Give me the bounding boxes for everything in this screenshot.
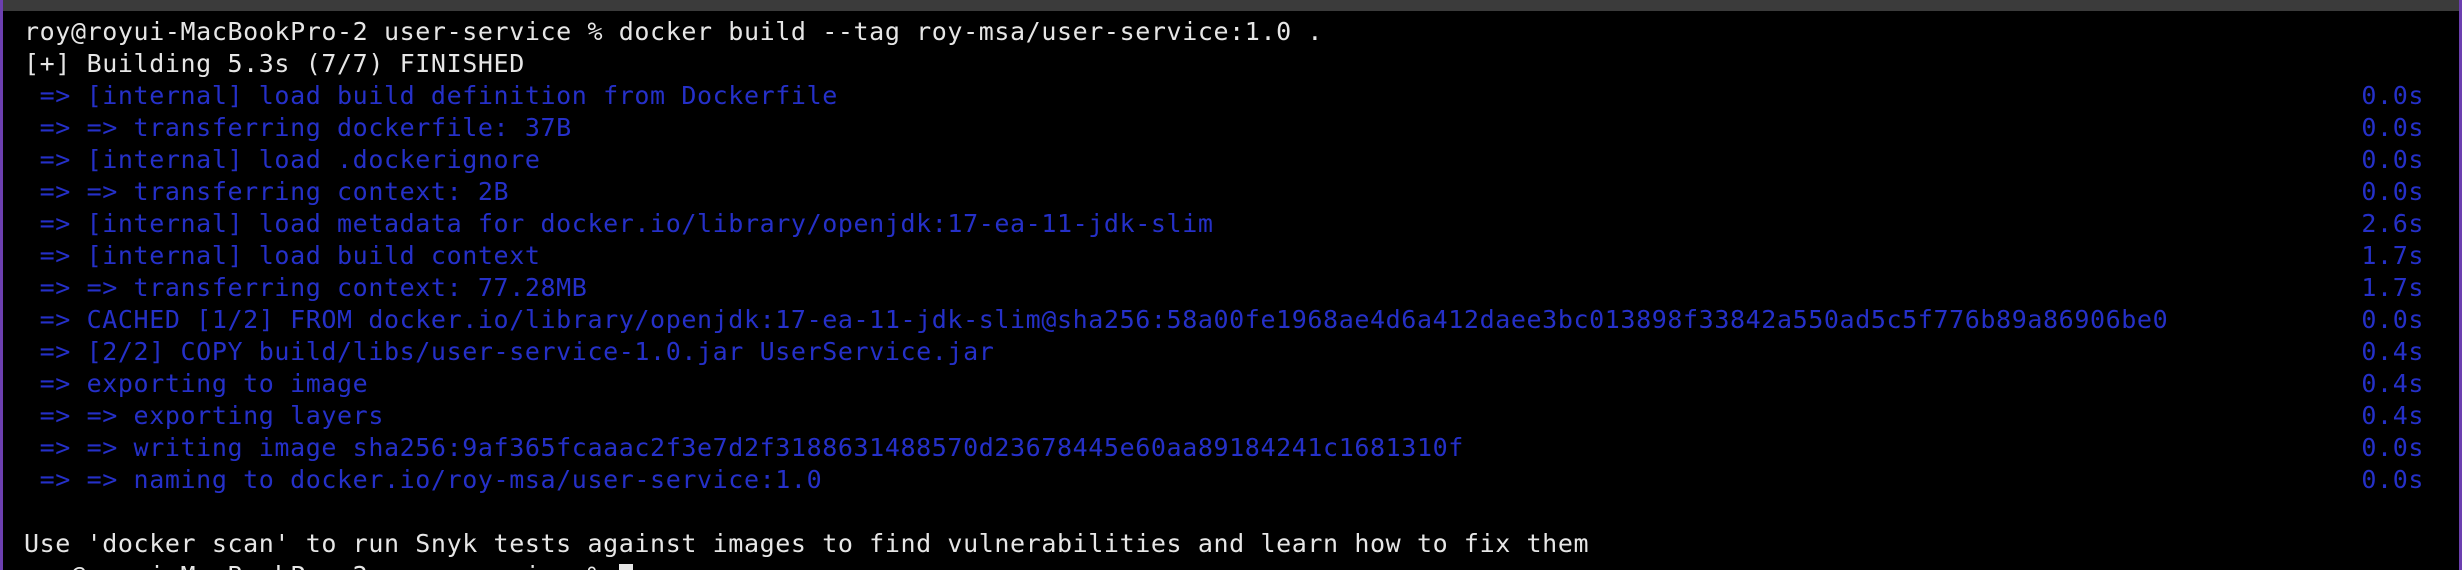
terminal-window[interactable]: roy@royui-MacBookPro-2 user-service % do… (0, 0, 2462, 570)
log-duration: 0.0s (2361, 145, 2424, 174)
log-duration: 0.0s (2361, 465, 2424, 494)
log-line: => => transferring dockerfile: 37B 0.0s (24, 112, 2424, 144)
log-text: => => transferring context: 77.28MB (24, 273, 588, 302)
log-text: => => naming to docker.io/roy-msa/user-s… (24, 465, 823, 494)
build-status: [+] Building 5.3s (7/7) FINISHED (24, 49, 525, 78)
log-line: => [2/2] COPY build/libs/user-service-1.… (24, 336, 2424, 368)
log-text: => exporting to image (24, 369, 369, 398)
prompt-text: roy@royui-MacBookPro-2 user-service % (24, 561, 619, 570)
log-line: => => writing image sha256:9af365fcaaac2… (24, 432, 2424, 464)
log-text: => CACHED [1/2] FROM docker.io/library/o… (24, 305, 2169, 334)
log-duration: 0.0s (2361, 433, 2424, 462)
terminal-output[interactable]: roy@royui-MacBookPro-2 user-service % do… (24, 16, 2424, 570)
log-duration: 0.4s (2361, 369, 2424, 398)
command-line: roy@royui-MacBookPro-2 user-service % do… (24, 17, 1324, 46)
log-text: => [internal] load metadata for docker.i… (24, 209, 1214, 238)
log-duration: 0.4s (2361, 337, 2424, 366)
log-duration: 0.0s (2361, 81, 2424, 110)
log-duration: 1.7s (2361, 273, 2424, 302)
log-line: => [internal] load .dockerignore 0.0s (24, 144, 2424, 176)
log-duration: 0.0s (2361, 113, 2424, 142)
log-text: => => writing image sha256:9af365fcaaac2… (24, 433, 1464, 462)
window-border-left (0, 0, 3, 570)
log-duration: 0.4s (2361, 401, 2424, 430)
log-text: => => exporting layers (24, 401, 384, 430)
log-line: => [internal] load metadata for docker.i… (24, 208, 2424, 240)
log-duration: 2.6s (2361, 209, 2424, 238)
log-line: => => naming to docker.io/roy-msa/user-s… (24, 464, 2424, 496)
log-line: => => transferring context: 77.28MB 1.7s (24, 272, 2424, 304)
log-text: => [internal] load build definition from… (24, 81, 838, 110)
text-cursor (618, 564, 633, 570)
log-text: => [internal] load build context (24, 241, 541, 270)
log-line: => [internal] load build context 1.7s (24, 240, 2424, 272)
log-duration: 0.0s (2361, 177, 2424, 206)
log-line: => CACHED [1/2] FROM docker.io/library/o… (24, 304, 2424, 336)
log-text: => [internal] load .dockerignore (24, 145, 541, 174)
log-text: => => transferring dockerfile: 37B (24, 113, 572, 142)
prompt-line[interactable]: roy@royui-MacBookPro-2 user-service % (24, 560, 2424, 570)
log-line: => exporting to image 0.4s (24, 368, 2424, 400)
log-duration: 0.0s (2361, 305, 2424, 334)
log-line: => [internal] load build definition from… (24, 80, 2424, 112)
log-line: => => transferring context: 2B 0.0s (24, 176, 2424, 208)
log-text: => [2/2] COPY build/libs/user-service-1.… (24, 337, 995, 366)
log-duration: 1.7s (2361, 241, 2424, 270)
log-text: => => transferring context: 2B (24, 177, 510, 206)
scan-hint: Use 'docker scan' to run Snyk tests agai… (24, 529, 1590, 558)
log-line: => => exporting layers 0.4s (24, 400, 2424, 432)
window-top-bar (0, 0, 2462, 11)
